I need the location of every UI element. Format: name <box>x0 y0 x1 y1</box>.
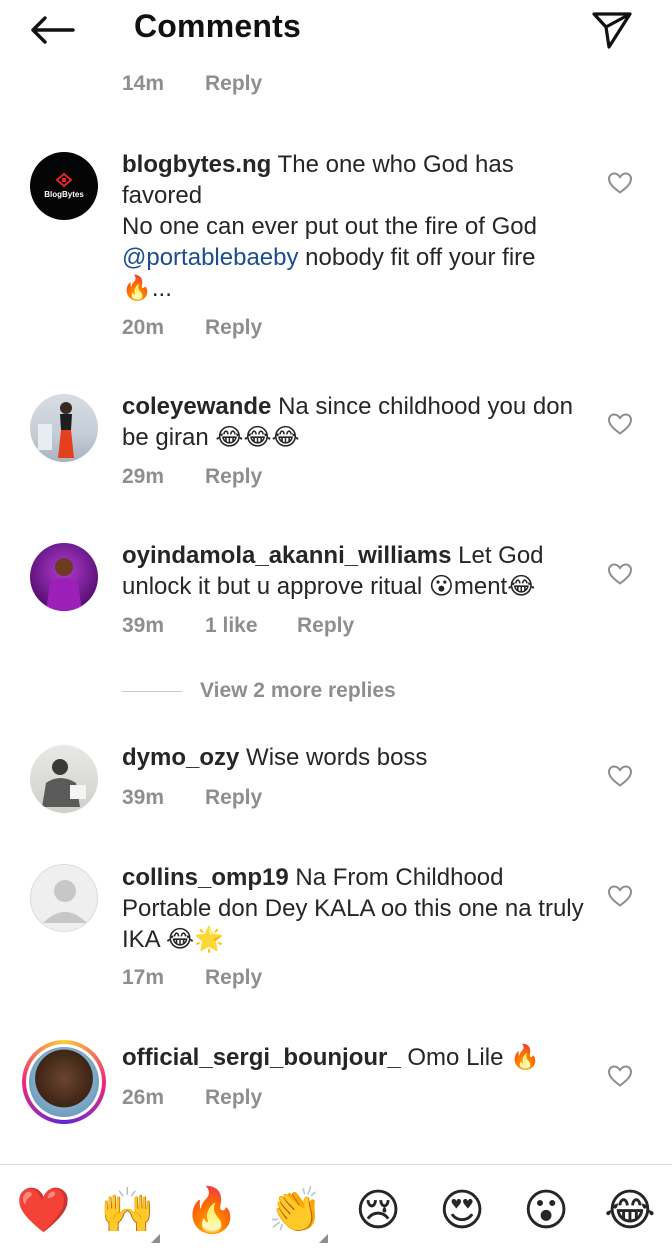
blogbytes-logo-icon <box>56 173 72 187</box>
divider-line <box>122 690 182 692</box>
previous-comment-meta: 14m Reply <box>122 72 262 98</box>
avatar-photo <box>42 759 86 807</box>
emoji-raising-hands-button[interactable]: 🙌 <box>100 1185 160 1243</box>
avatar-logo-text: BlogBytes <box>44 190 84 199</box>
view-more-replies-label: View 2 more replies <box>200 679 396 702</box>
comment-meta: 17m Reply <box>122 966 262 990</box>
comment-time: 20m <box>122 316 165 339</box>
comment-time: 14m <box>122 72 165 95</box>
comment-text-line: No one can ever put out the fire of God <box>122 213 537 240</box>
back-button[interactable] <box>26 8 78 52</box>
avatar[interactable] <box>30 745 98 813</box>
heart-icon[interactable] <box>607 171 633 195</box>
heart-icon[interactable] <box>607 1064 633 1088</box>
avatar[interactable] <box>30 543 98 611</box>
comment-meta: 29m Reply <box>122 465 262 489</box>
reply-button[interactable]: Reply <box>205 966 262 990</box>
skin-tone-indicator <box>319 1234 328 1243</box>
emoji-crying-button[interactable]: 😢 <box>352 1185 404 1237</box>
reply-button[interactable]: Reply <box>297 614 354 638</box>
comment-time: 39m <box>122 614 165 637</box>
avatar[interactable]: BlogBytes <box>30 152 98 220</box>
comment-meta: 26m Reply <box>122 1086 262 1110</box>
top-bar: Comments <box>0 0 672 58</box>
comment-text: oyindamola_akanni_williams Let God unloc… <box>122 540 592 602</box>
comment-text: official_sergi_bounjour_ Omo Lile 🔥 <box>122 1042 592 1073</box>
reply-button[interactable]: Reply <box>205 786 262 810</box>
comment-text: coleyewande Na since childhood you don b… <box>122 391 592 453</box>
avatar-photo <box>46 558 82 611</box>
comment-meta: 39m Reply <box>122 786 262 810</box>
avatar-photo <box>38 402 74 458</box>
avatar-photo <box>29 1047 99 1117</box>
reply-button[interactable]: Reply <box>205 465 262 489</box>
comment-time: 17m <box>122 966 165 989</box>
avatar[interactable] <box>30 864 98 932</box>
send-icon <box>592 12 632 49</box>
emoji-fire-button[interactable]: 🔥 <box>184 1185 239 1237</box>
avatar-story-ring[interactable] <box>22 1040 106 1124</box>
comment-time: 26m <box>122 1086 165 1109</box>
comment-username[interactable]: collins_omp19 <box>122 864 289 891</box>
heart-icon[interactable] <box>607 764 633 788</box>
comment-meta: 20m Reply <box>122 316 262 340</box>
comment-text: dymo_ozy Wise words boss <box>122 742 592 773</box>
emoji-surprised-button[interactable]: 😮 <box>520 1185 572 1237</box>
comment-meta: 39m 1 like Reply <box>122 614 354 638</box>
comment-username[interactable]: oyindamola_akanni_williams <box>122 542 451 569</box>
like-count[interactable]: 1 like <box>205 614 297 638</box>
comment-time: 29m <box>122 465 165 488</box>
reply-button[interactable]: Reply <box>205 1086 262 1110</box>
emoji-joy-button[interactable]: 😂 <box>604 1185 656 1237</box>
comment-username[interactable]: official_sergi_bounjour_ <box>122 1044 401 1071</box>
mention-link[interactable]: @portablebaeby <box>122 244 298 271</box>
comment-text-line: nobody fit off your fire <box>298 244 536 271</box>
heart-icon[interactable] <box>607 884 633 908</box>
comment-body-text: Wise words boss <box>239 744 428 771</box>
emoji-quick-bar: ❤️ 🙌 🔥 👏 😢 😍 😮 😂 <box>0 1164 672 1257</box>
heart-icon[interactable] <box>607 412 633 436</box>
skin-tone-indicator <box>151 1234 160 1243</box>
emoji-glyph: 🙌 <box>100 1185 155 1236</box>
comment-text: collins_omp19 Na From Childhood Portable… <box>122 862 592 955</box>
page-title: Comments <box>134 8 301 44</box>
heart-icon[interactable] <box>607 562 633 586</box>
arrow-left-icon <box>31 16 75 44</box>
reply-button[interactable]: Reply <box>205 316 262 340</box>
comment-time: 39m <box>122 786 165 809</box>
comment-username[interactable]: dymo_ozy <box>122 744 239 771</box>
avatar[interactable] <box>30 394 98 462</box>
comment-username[interactable]: blogbytes.ng <box>122 151 271 178</box>
view-more-replies-button[interactable]: View 2 more replies <box>122 677 396 705</box>
default-avatar-icon <box>43 880 87 923</box>
emoji-glyph: 👏 <box>268 1185 323 1236</box>
share-button[interactable] <box>588 6 636 54</box>
reply-button[interactable]: Reply <box>205 72 262 95</box>
see-more-text[interactable]: 🔥... <box>122 275 172 302</box>
comment-username[interactable]: coleyewande <box>122 393 271 420</box>
comment-body-text: Omo Lile 🔥 <box>400 1044 540 1071</box>
comment-text: blogbytes.ng The one who God has favored… <box>122 149 592 304</box>
avatar-inner <box>26 1044 102 1120</box>
emoji-clapping-button[interactable]: 👏 <box>268 1185 328 1243</box>
emoji-heart-eyes-button[interactable]: 😍 <box>436 1185 488 1237</box>
emoji-heart-button[interactable]: ❤️ <box>16 1185 71 1237</box>
